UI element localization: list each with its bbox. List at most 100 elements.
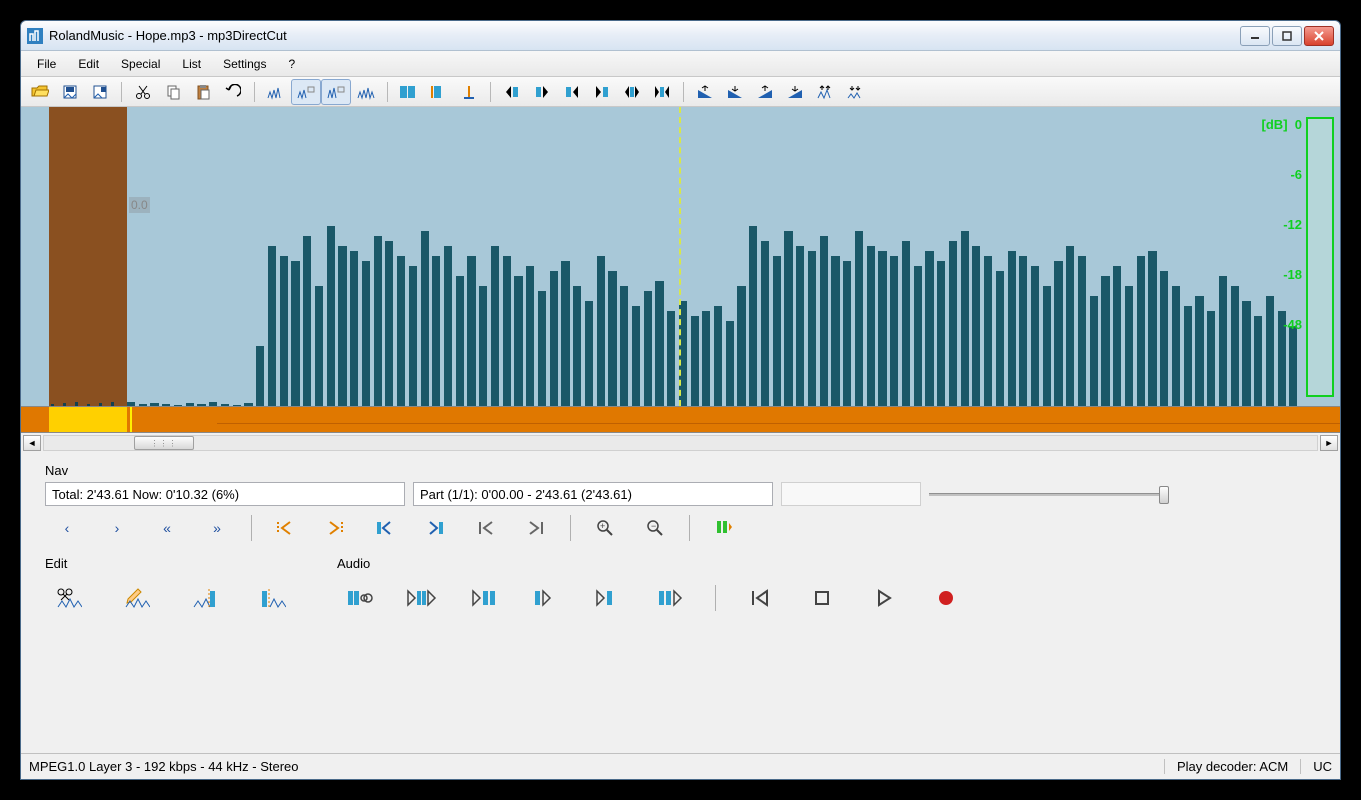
trim-left-icon [192, 587, 218, 609]
edit-draw-button[interactable] [113, 581, 161, 615]
edit-cut-button[interactable] [45, 581, 93, 615]
titlebar[interactable]: RolandMusic - Hope.mp3 - mp3DirectCut [21, 21, 1340, 51]
horizontal-scrollbar[interactable]: ◄ ⋮⋮⋮ ► [21, 433, 1340, 453]
zoom3-button[interactable] [321, 79, 351, 105]
sel-end-button[interactable] [527, 79, 557, 105]
zoom1-button[interactable] [261, 79, 291, 105]
nav-part-field[interactable]: Part (1/1): 0'00.00 - 2'43.61 (2'43.61) [413, 482, 773, 506]
db-label: [dB] [1262, 117, 1288, 132]
gain-up-button[interactable] [810, 79, 840, 105]
nav-cue-prev-button[interactable] [264, 514, 308, 542]
save-selection-button[interactable] [85, 79, 115, 105]
sel-begin2-button[interactable] [557, 79, 587, 105]
nav-prev-button[interactable]: ‹ [45, 514, 89, 542]
loop-button[interactable] [337, 581, 385, 615]
nav-next-button[interactable]: › [95, 514, 139, 542]
skip-back-icon [749, 588, 771, 608]
marker-icon [460, 84, 478, 100]
copy-button[interactable] [158, 79, 188, 105]
sel-both2-button[interactable] [647, 79, 677, 105]
undo-button[interactable] [218, 79, 248, 105]
fade-d-button[interactable] [780, 79, 810, 105]
db-scale: [dB] 0 -6 -12 -18 -48 [1262, 117, 1302, 367]
timeline-selection[interactable] [49, 407, 127, 432]
open-button[interactable] [25, 79, 55, 105]
play-icon [874, 588, 894, 608]
play-to-button[interactable] [523, 581, 571, 615]
menu-help[interactable]: ? [278, 54, 305, 74]
db-meter [1306, 117, 1334, 397]
nav-cue-next-button[interactable] [314, 514, 358, 542]
db-0: 0 [1295, 117, 1302, 132]
gain-down-button[interactable] [840, 79, 870, 105]
sel-begin-button[interactable] [497, 79, 527, 105]
play-before-button[interactable] [585, 581, 633, 615]
marker-c-button[interactable] [454, 79, 484, 105]
marker-b-button[interactable] [424, 79, 454, 105]
fade-icon [786, 84, 804, 100]
double-chevron-left-icon: « [163, 520, 171, 536]
menu-list[interactable]: List [172, 54, 211, 74]
marker-a-button[interactable] [394, 79, 424, 105]
menu-settings[interactable]: Settings [213, 54, 276, 74]
svg-text:−: − [651, 521, 656, 531]
edit-trim-right-button[interactable] [249, 581, 297, 615]
scroll-right-button[interactable]: ► [1320, 435, 1338, 451]
zoom-in-button[interactable]: + [583, 514, 627, 542]
playhead[interactable] [679, 107, 681, 406]
sel-both-button[interactable] [617, 79, 647, 105]
cue-prev-icon [276, 520, 296, 536]
fade-b-button[interactable] [720, 79, 750, 105]
play-button[interactable] [860, 581, 908, 615]
nav-rewind-button[interactable]: « [145, 514, 189, 542]
menu-file[interactable]: File [27, 54, 66, 74]
record-button[interactable] [922, 581, 970, 615]
menu-special[interactable]: Special [111, 54, 170, 74]
edit-group: Edit [45, 556, 297, 615]
nav-pause-mark-button[interactable] [702, 514, 746, 542]
sel-begin2-icon [563, 84, 581, 100]
maximize-button[interactable] [1272, 26, 1302, 46]
stop-button[interactable] [798, 581, 846, 615]
rewind-button[interactable] [736, 581, 784, 615]
fade-a-button[interactable] [690, 79, 720, 105]
db-18: -18 [1262, 267, 1302, 317]
nav-end-button[interactable] [514, 514, 558, 542]
zoom2-button[interactable] [291, 79, 321, 105]
zoom-out-button[interactable]: − [633, 514, 677, 542]
timeline-cursor[interactable] [130, 407, 132, 432]
zoom-wave-icon [357, 84, 375, 100]
overview-timeline[interactable] [21, 407, 1340, 433]
sel-end2-button[interactable] [587, 79, 617, 105]
play-sel-button[interactable] [399, 581, 447, 615]
status-format: MPEG1.0 Layer 3 - 192 kbps - 44 kHz - St… [29, 759, 1165, 774]
marker-icon [430, 84, 448, 100]
zoom4-button[interactable] [351, 79, 381, 105]
slider-thumb[interactable] [1159, 486, 1169, 504]
play-after-button[interactable] [647, 581, 695, 615]
play-to-icon [533, 588, 561, 608]
play-from-button[interactable] [461, 581, 509, 615]
scroll-track[interactable]: ⋮⋮⋮ [43, 435, 1318, 451]
scroll-thumb[interactable]: ⋮⋮⋮ [134, 436, 194, 450]
statusbar: MPEG1.0 Layer 3 - 192 kbps - 44 kHz - St… [21, 753, 1340, 779]
scroll-left-button[interactable]: ◄ [23, 435, 41, 451]
chevron-left-icon: ‹ [65, 520, 70, 536]
nav-forward-button[interactable]: » [195, 514, 239, 542]
paste-button[interactable] [188, 79, 218, 105]
nav-sel-prev-button[interactable] [364, 514, 408, 542]
nav-total-field[interactable]: Total: 2'43.61 Now: 0'10.32 (6%) [45, 482, 405, 506]
cut-button[interactable] [128, 79, 158, 105]
save-button[interactable] [55, 79, 85, 105]
waveform-display[interactable]: 0.0 [dB] 0 -6 -12 -18 -48 [21, 107, 1340, 407]
undo-icon [225, 84, 241, 100]
position-slider[interactable] [929, 482, 1169, 506]
minimize-button[interactable] [1240, 26, 1270, 46]
nav-home-button[interactable] [464, 514, 508, 542]
scissors-icon [135, 84, 151, 100]
fade-c-button[interactable] [750, 79, 780, 105]
nav-sel-next-button[interactable] [414, 514, 458, 542]
edit-trim-left-button[interactable] [181, 581, 229, 615]
close-button[interactable] [1304, 26, 1334, 46]
menu-edit[interactable]: Edit [68, 54, 109, 74]
